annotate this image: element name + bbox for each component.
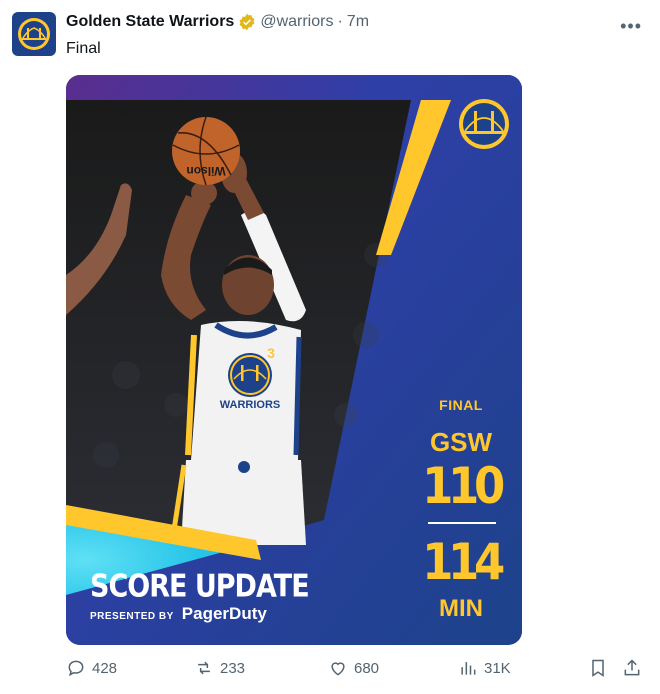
sponsor-line: PRESENTED BY PagerDuty: [90, 604, 267, 624]
reply-count: 428: [92, 659, 118, 677]
repost-icon: [198, 661, 210, 675]
minutes-unit: MIN: [439, 595, 483, 622]
repost-button[interactable]: 233: [194, 658, 245, 678]
minutes-value: 114: [422, 533, 505, 591]
action-bar: 428 233 680 31K: [66, 658, 648, 682]
reply-icon: [68, 660, 84, 677]
account-handle[interactable]: @warriors: [260, 13, 333, 31]
tweet-text: Final: [66, 40, 101, 57]
share-icon: [624, 659, 640, 676]
jersey-text: WARRIORS: [220, 399, 281, 411]
views-icon: [461, 662, 476, 675]
team-abbreviation: GSW: [429, 427, 493, 457]
reply-button[interactable]: 428: [66, 658, 117, 678]
more-icon[interactable]: •••: [620, 16, 642, 37]
repost-count: 233: [220, 659, 246, 677]
team-score: 110: [422, 457, 505, 515]
presented-by-label: PRESENTED BY: [90, 611, 174, 622]
basketball: Wilson: [172, 116, 240, 186]
separator-dot: ·: [337, 13, 343, 30]
like-count: 680: [354, 659, 380, 677]
bookmark-button[interactable]: [588, 658, 608, 678]
like-button[interactable]: 680: [328, 658, 379, 678]
ball-text: Wilson: [186, 164, 225, 178]
bookmark-icon: [592, 659, 604, 677]
account-name[interactable]: Golden State Warriors: [66, 13, 234, 31]
score-update-title: SCORE UPDATE: [90, 569, 310, 605]
warriors-logo-icon: [459, 99, 509, 149]
avatar[interactable]: [12, 12, 56, 56]
divider: [428, 522, 496, 524]
like-icon: [331, 662, 345, 676]
share-button[interactable]: [622, 658, 642, 678]
tweet-header: Golden State Warriors @warriors · 7m: [66, 13, 369, 31]
sponsor-name: PagerDuty: [181, 604, 267, 623]
jersey-number: 3: [267, 345, 275, 361]
verified-badge-icon: [239, 13, 255, 31]
views-count: 31K: [484, 659, 511, 677]
tweet-media-image[interactable]: WARRIORS 3 Wilson SCORE UPDATE PRESENTED…: [66, 75, 522, 645]
warriors-logo-icon: [18, 18, 50, 50]
game-status: FINAL: [439, 397, 483, 413]
views-button[interactable]: 31K: [458, 658, 511, 678]
timestamp[interactable]: 7m: [347, 13, 369, 31]
